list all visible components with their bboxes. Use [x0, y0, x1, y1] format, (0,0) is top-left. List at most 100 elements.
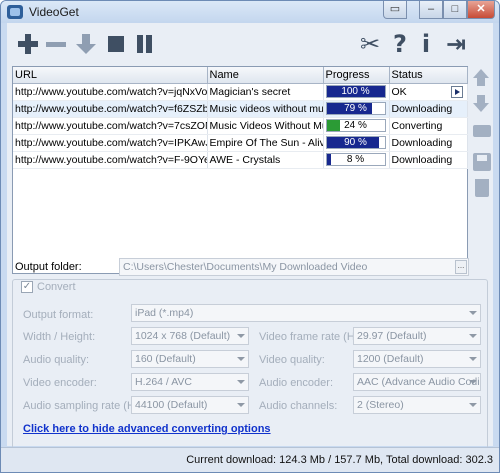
chevron-down-icon	[234, 328, 248, 344]
restore-button[interactable]: ▭	[383, 1, 407, 19]
chevron-down-icon	[466, 328, 480, 344]
stop-icon[interactable]	[103, 31, 129, 57]
row-url: http://www.youtube.com/watch?v=F-9OYeZH	[13, 151, 208, 169]
exit-icon[interactable]: ⇥	[443, 31, 469, 57]
settings-icon[interactable]: ✂	[357, 31, 383, 57]
close-button[interactable]: ✕	[467, 1, 495, 19]
info-icon[interactable]: i	[413, 31, 439, 57]
column-url[interactable]: URL	[13, 67, 208, 84]
row-url: http://www.youtube.com/watch?v=IPKAwJKG	[13, 134, 208, 152]
status-label: Downloading	[391, 153, 453, 166]
play-icon[interactable]	[450, 85, 463, 98]
row-progress: 24 %	[323, 117, 390, 135]
table-row[interactable]: http://www.youtube.com/watch?v=jqNxVowza…	[13, 83, 468, 101]
output-format-select[interactable]: iPad (*.mp4)	[131, 304, 481, 322]
channels-select[interactable]: 2 (Stereo)	[353, 396, 481, 414]
download-icon[interactable]	[73, 31, 99, 57]
row-status: Downloading	[389, 134, 468, 152]
progress-label: 100 %	[341, 86, 370, 97]
add-icon[interactable]	[15, 31, 41, 57]
sampling-rate-select[interactable]: 44100 (Default)	[131, 396, 249, 414]
help-icon[interactable]: ?	[387, 31, 413, 57]
table-header: URL Name Progress Status	[13, 67, 468, 84]
column-name[interactable]: Name	[207, 67, 324, 84]
output-format-value: iPad (*.mp4)	[135, 307, 194, 319]
row-url: http://www.youtube.com/watch?v=7csZON-Ix	[13, 117, 208, 135]
row-name: AWE - Crystals	[207, 151, 324, 169]
video-quality-select[interactable]: 1200 (Default)	[353, 350, 481, 368]
status-label: Converting	[391, 119, 443, 132]
channels-label: Audio channels:	[259, 400, 338, 412]
move-down-icon[interactable]	[473, 95, 491, 113]
audio-encoder-select[interactable]: AAC (Advance Audio Codir	[353, 373, 481, 391]
browse-button[interactable]: ...	[455, 260, 467, 274]
status-label: OK	[391, 85, 407, 98]
audio-quality-label: Audio quality:	[23, 354, 90, 366]
channels-value: 2 (Stereo)	[357, 399, 404, 411]
progress-bar: 79 %	[325, 102, 386, 115]
minimize-button[interactable]: –	[419, 1, 443, 19]
chevron-down-icon	[466, 351, 480, 367]
chevron-down-icon	[466, 397, 480, 413]
open-folder-icon[interactable]	[473, 125, 491, 137]
column-status[interactable]: Status	[389, 67, 468, 84]
audio-encoder-value: AAC (Advance Audio Codir	[357, 376, 481, 388]
convert-label: Convert	[37, 281, 76, 293]
video-encoder-select[interactable]: H.264 / AVC	[131, 373, 249, 391]
video-encoder-value: H.264 / AVC	[135, 376, 193, 388]
row-progress: 90 %	[323, 134, 390, 152]
chevron-down-icon	[234, 374, 248, 390]
progress-bar: 100 %	[325, 85, 386, 98]
output-folder-label: Output folder:	[15, 261, 82, 273]
frame-rate-value: 29.97 (Default)	[357, 330, 427, 342]
width-height-value: 1024 x 768 (Default)	[135, 330, 231, 342]
audio-quality-select[interactable]: 160 (Default)	[131, 350, 249, 368]
app-window: VideoGet ▭ – □ ✕ ✂ ? i ⇥ URL Name Progre…	[0, 0, 500, 473]
progress-label: 24 %	[344, 120, 367, 131]
row-status: Downloading	[389, 151, 468, 169]
app-icon	[7, 5, 23, 19]
hide-advanced-link[interactable]: Click here to hide advanced converting o…	[23, 423, 271, 435]
row-status: Converting	[389, 117, 468, 135]
video-quality-value: 1200 (Default)	[357, 353, 424, 365]
delete-icon[interactable]	[475, 179, 489, 197]
output-folder-field[interactable]: C:\Users\Chester\Documents\My Downloaded…	[119, 258, 469, 276]
row-progress: 8 %	[323, 151, 390, 169]
maximize-button[interactable]: □	[443, 1, 467, 19]
chevron-down-icon	[234, 397, 248, 413]
sampling-rate-value: 44100 (Default)	[135, 399, 208, 411]
row-name: Empire Of The Sun - Alive	[207, 134, 324, 152]
remove-icon[interactable]	[43, 31, 69, 57]
main-panel: ✂ ? i ⇥ URL Name Progress Status http://…	[7, 23, 493, 452]
table-row[interactable]: http://www.youtube.com/watch?v=f6ZSZbNfS…	[13, 100, 468, 118]
progress-fill	[326, 120, 341, 131]
column-progress[interactable]: Progress	[323, 67, 390, 84]
video-encoder-label: Video encoder:	[23, 377, 97, 389]
save-icon[interactable]	[473, 153, 491, 171]
progress-bar: 90 %	[325, 136, 386, 149]
frame-rate-label: Video frame rate (Hz):	[259, 331, 368, 343]
progress-label: 8 %	[346, 154, 365, 165]
width-height-select[interactable]: 1024 x 768 (Default)	[131, 327, 249, 345]
downloads-table: URL Name Progress Status http://www.yout…	[12, 66, 468, 274]
chevron-down-icon	[466, 374, 480, 390]
status-label: Downloading	[391, 102, 453, 115]
status-label: Downloading	[391, 136, 453, 149]
move-up-icon[interactable]	[473, 69, 491, 87]
progress-fill	[326, 154, 332, 165]
row-progress: 79 %	[323, 100, 390, 118]
table-row[interactable]: http://www.youtube.com/watch?v=IPKAwJKG E…	[13, 134, 468, 152]
width-height-label: Width / Height:	[23, 331, 96, 343]
pause-icon[interactable]	[131, 31, 157, 57]
convert-checkbox[interactable]: ✓	[21, 281, 33, 293]
row-name: Magician's secret	[207, 83, 324, 101]
progress-label: 90 %	[344, 137, 367, 148]
output-format-label: Output format:	[23, 309, 94, 321]
progress-label: 79 %	[344, 103, 367, 114]
table-row[interactable]: http://www.youtube.com/watch?v=F-9OYeZH A…	[13, 151, 468, 169]
table-row[interactable]: http://www.youtube.com/watch?v=7csZON-Ix…	[13, 117, 468, 135]
video-quality-label: Video quality:	[259, 354, 325, 366]
row-name: Music videos without music	[207, 100, 324, 118]
frame-rate-select[interactable]: 29.97 (Default)	[353, 327, 481, 345]
status-text: Current download: 124.3 Mb / 157.7 Mb, T…	[186, 454, 493, 466]
